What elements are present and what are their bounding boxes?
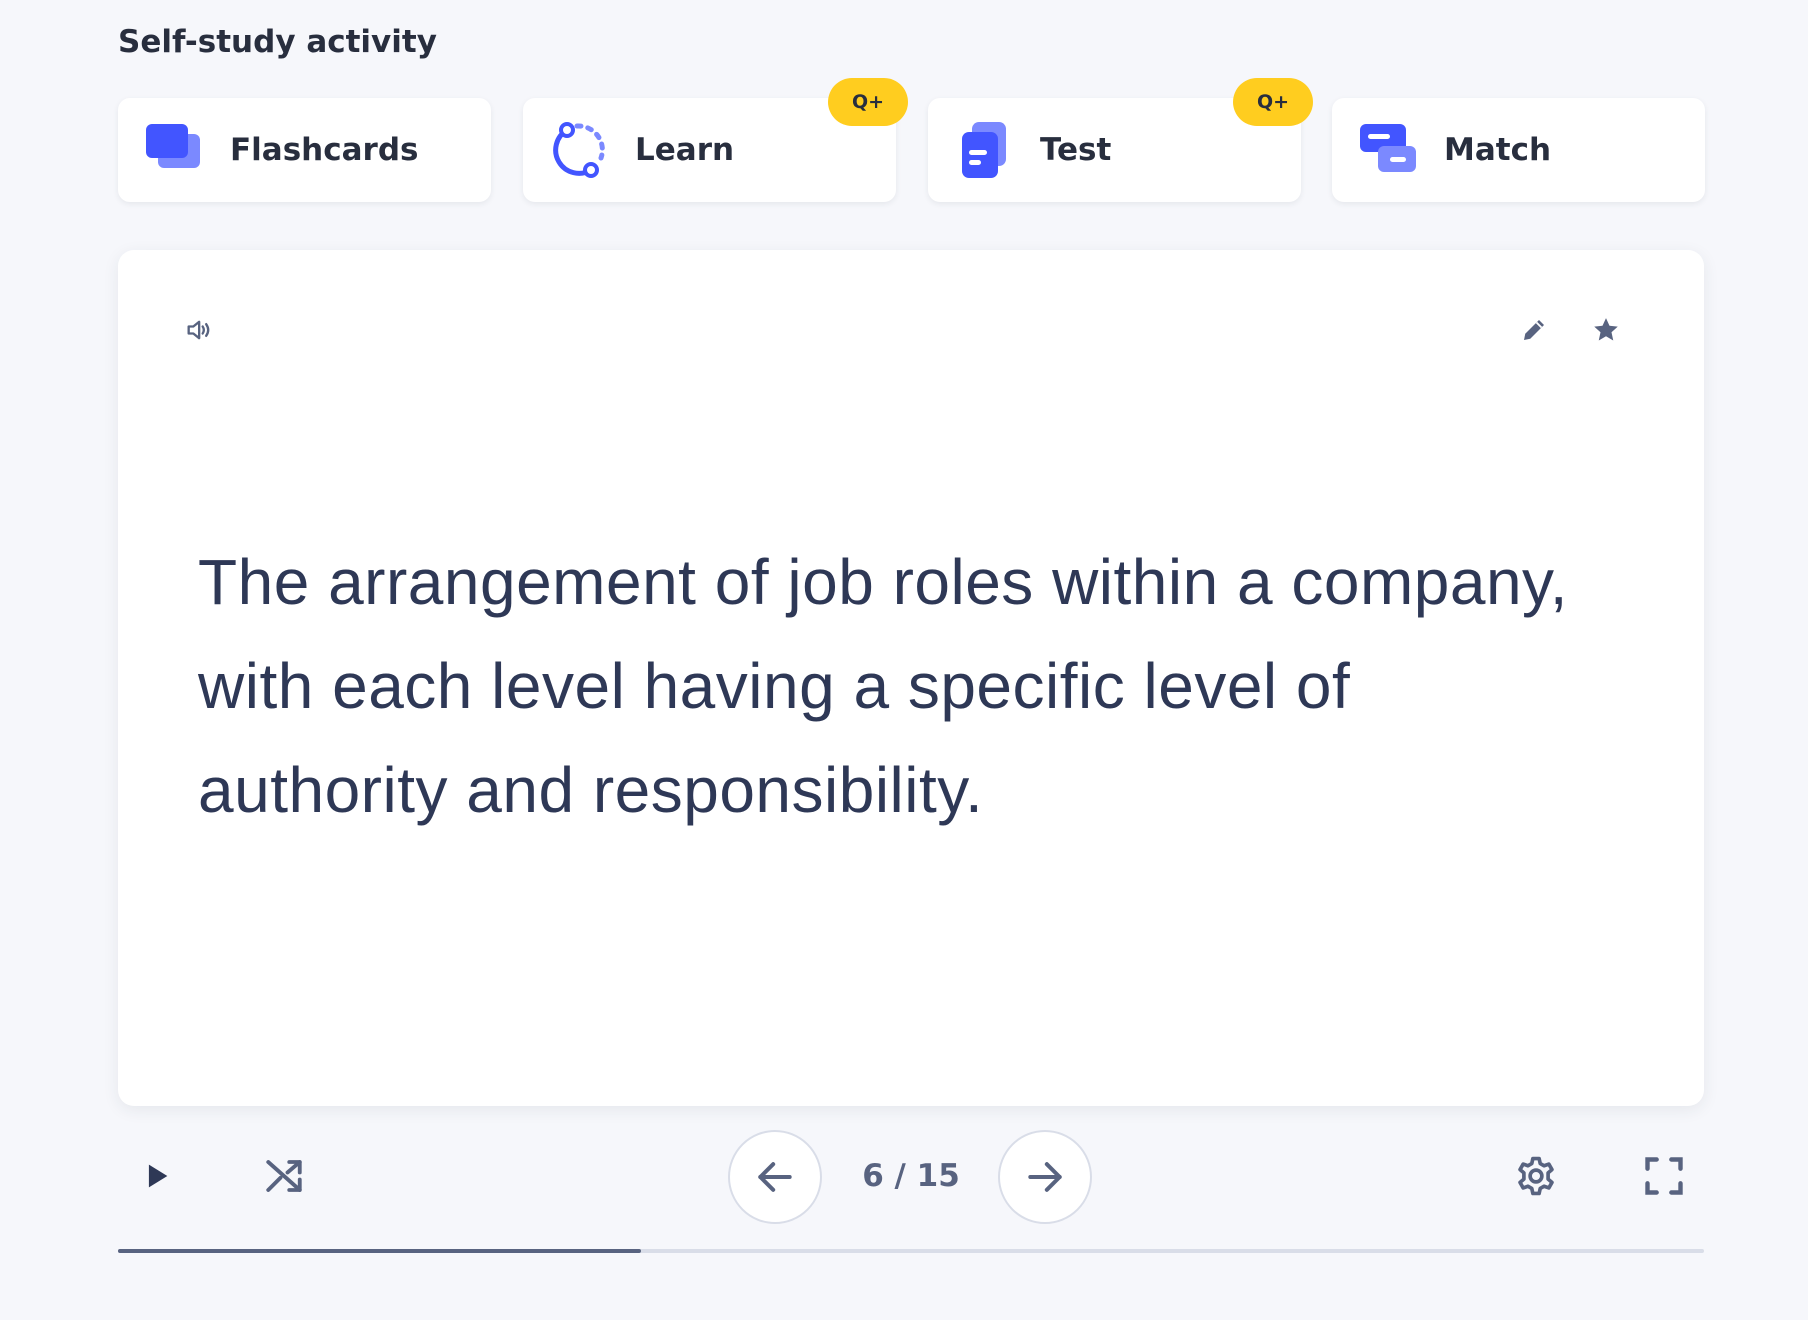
mode-card-flashcards[interactable]: Flashcards	[118, 98, 491, 202]
mode-label-flashcards: Flashcards	[230, 132, 419, 168]
progress-bar	[118, 1249, 1704, 1253]
mode-card-test[interactable]: Test Q+	[928, 78, 1313, 202]
flashcard-definition-text: The arrangement of job roles within a co…	[198, 546, 1569, 826]
plus-badge-learn: Q+	[828, 78, 908, 126]
mode-card-learn[interactable]: Learn Q+	[523, 78, 908, 202]
mode-label-learn: Learn	[635, 132, 735, 168]
flashcards-icon	[144, 120, 204, 180]
next-card-button[interactable]	[998, 1130, 1092, 1224]
pencil-icon[interactable]	[1506, 302, 1562, 358]
speaker-icon[interactable]	[170, 302, 226, 358]
plus-badge-test: Q+	[1233, 78, 1313, 126]
mode-label-test: Test	[1040, 132, 1112, 168]
test-icon	[954, 120, 1014, 180]
gear-icon[interactable]	[1508, 1148, 1564, 1204]
mode-card-match[interactable]: Match	[1332, 98, 1705, 202]
card-counter: 6 / 15	[862, 1158, 960, 1194]
flashcard[interactable]: The arrangement of job roles within a co…	[118, 250, 1704, 1106]
learn-icon	[549, 120, 609, 180]
arrow-right-icon	[1023, 1155, 1067, 1199]
fullscreen-icon[interactable]	[1636, 1148, 1692, 1204]
previous-card-button[interactable]	[728, 1130, 822, 1224]
match-icon	[1358, 120, 1418, 180]
star-icon[interactable]	[1578, 302, 1634, 358]
mode-label-match: Match	[1444, 132, 1552, 168]
progress-bar-fill	[118, 1249, 642, 1253]
shuffle-icon[interactable]	[256, 1148, 312, 1204]
section-title: Self-study activity	[118, 24, 437, 60]
arrow-left-icon	[753, 1155, 797, 1199]
study-mode-row: Flashcards Learn Q+ Test Q+ Match	[118, 78, 1705, 202]
play-icon[interactable]	[128, 1148, 184, 1204]
flashcard-controls: 6 / 15	[118, 1128, 1704, 1224]
